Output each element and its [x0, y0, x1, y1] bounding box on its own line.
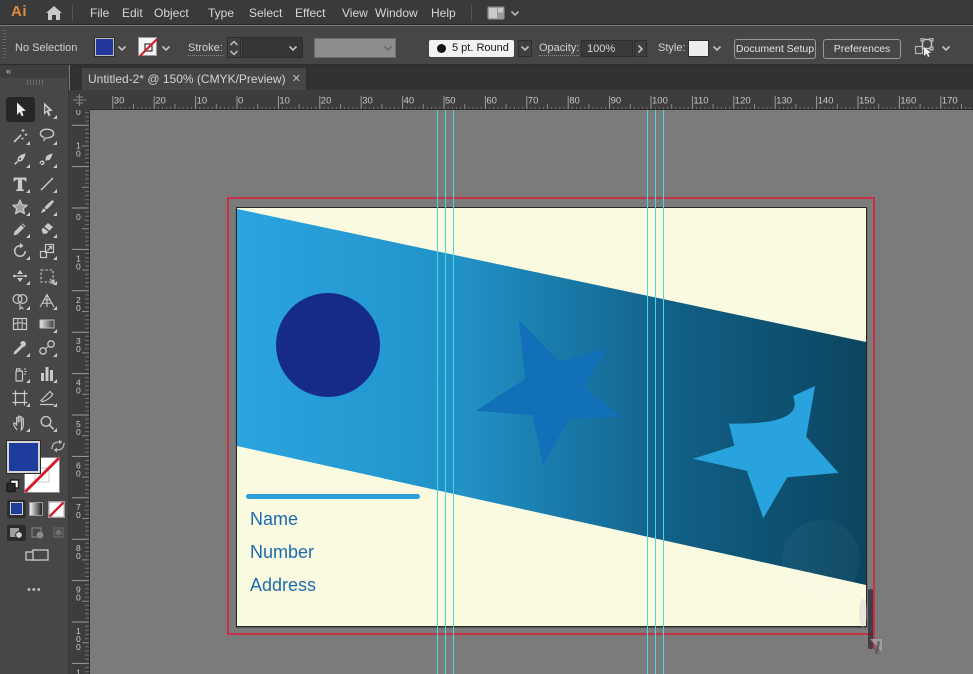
svg-text:0: 0	[76, 303, 81, 313]
svg-text:60: 60	[486, 96, 497, 107]
svg-text:0: 0	[76, 468, 81, 478]
svg-text:0: 0	[76, 593, 81, 603]
svg-text:0: 0	[76, 149, 81, 159]
svg-text:40: 40	[404, 96, 415, 107]
svg-text:0: 0	[76, 551, 81, 561]
svg-text:20: 20	[155, 96, 166, 107]
svg-text:0: 0	[76, 110, 81, 117]
svg-text:50: 50	[445, 96, 456, 107]
svg-text:170: 170	[942, 96, 958, 107]
svg-text:0: 0	[76, 261, 81, 271]
svg-text:30: 30	[362, 96, 373, 107]
svg-text:20: 20	[321, 96, 332, 107]
svg-text:120: 120	[735, 96, 751, 107]
svg-text:110: 110	[693, 96, 708, 107]
svg-text:0: 0	[76, 510, 81, 520]
svg-text:140: 140	[818, 96, 834, 107]
svg-text:70: 70	[528, 96, 539, 107]
svg-text:10: 10	[279, 96, 290, 107]
svg-text:0: 0	[76, 386, 81, 396]
svg-text:160: 160	[900, 96, 916, 107]
svg-text:130: 130	[776, 96, 792, 107]
svg-text:80: 80	[569, 96, 580, 107]
svg-text:90: 90	[611, 96, 622, 107]
svg-text:0: 0	[76, 642, 81, 652]
svg-text:1: 1	[76, 667, 81, 674]
svg-text:0: 0	[76, 344, 81, 354]
svg-text:100: 100	[652, 96, 668, 107]
svg-text:10: 10	[197, 96, 208, 107]
svg-text:0: 0	[76, 427, 81, 437]
svg-text:150: 150	[859, 96, 875, 107]
svg-text:0: 0	[76, 212, 81, 222]
svg-text:0: 0	[238, 96, 243, 107]
svg-text:30: 30	[114, 96, 125, 107]
